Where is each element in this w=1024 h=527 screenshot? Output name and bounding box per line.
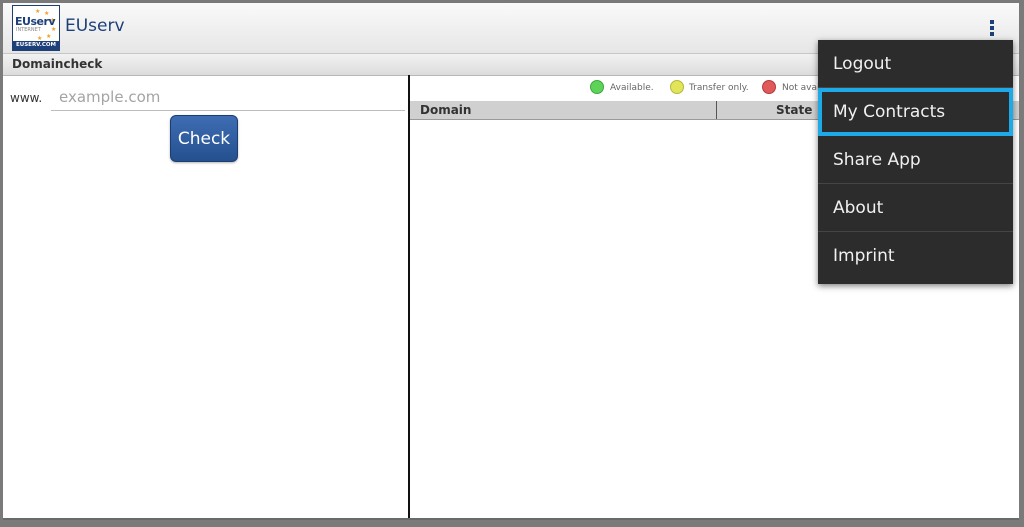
app-title[interactable]: EUserv — [65, 16, 125, 36]
section-title: Domaincheck — [12, 57, 103, 71]
menu-item-label: Logout — [833, 54, 892, 74]
red-dot-icon — [762, 80, 776, 94]
overflow-dot — [990, 20, 994, 24]
logo-footer: EUSERV.COM — [13, 41, 59, 50]
column-header-state[interactable]: State — [776, 103, 812, 117]
menu-item-label: Share App — [833, 150, 921, 170]
menu-item-logout[interactable]: Logout — [818, 40, 1013, 88]
overflow-menu: Logout My Contracts Share App About Impr… — [818, 40, 1013, 284]
www-prefix-label: www. — [10, 91, 43, 105]
yellow-dot-icon — [670, 80, 684, 94]
legend-label: Not avai — [782, 83, 820, 93]
green-dot-icon — [590, 80, 604, 94]
check-button[interactable]: Check — [170, 115, 238, 162]
column-separator — [716, 101, 717, 119]
menu-item-label: My Contracts — [833, 102, 946, 122]
column-header-domain[interactable]: Domain — [420, 103, 471, 117]
pane-divider — [408, 75, 410, 520]
menu-item-label: Imprint — [833, 246, 895, 266]
menu-item-my-contracts[interactable]: My Contracts — [818, 88, 1013, 136]
logo-subtext: INTERNET — [16, 27, 41, 33]
legend-label: Available. — [610, 83, 654, 93]
domain-input[interactable] — [51, 83, 405, 111]
overflow-dot — [990, 32, 994, 36]
bottom-edge — [3, 518, 1019, 520]
overflow-menu-icon[interactable] — [983, 17, 1001, 39]
logo-star-icon: ★ — [46, 33, 52, 40]
menu-item-about[interactable]: About — [818, 184, 1013, 232]
legend-label: Transfer only. — [689, 83, 749, 93]
app-screen: ★ ★ ★ ★ ★ ★ EUserv INTERNET EUSERV.COM E… — [3, 3, 1019, 520]
logo-star-icon: ★ — [35, 8, 41, 15]
overflow-dot — [990, 26, 994, 30]
menu-item-share-app[interactable]: Share App — [818, 136, 1013, 184]
menu-item-imprint[interactable]: Imprint — [818, 232, 1013, 280]
app-logo: ★ ★ ★ ★ ★ ★ EUserv INTERNET EUSERV.COM — [12, 5, 60, 51]
menu-item-label: About — [833, 198, 884, 218]
